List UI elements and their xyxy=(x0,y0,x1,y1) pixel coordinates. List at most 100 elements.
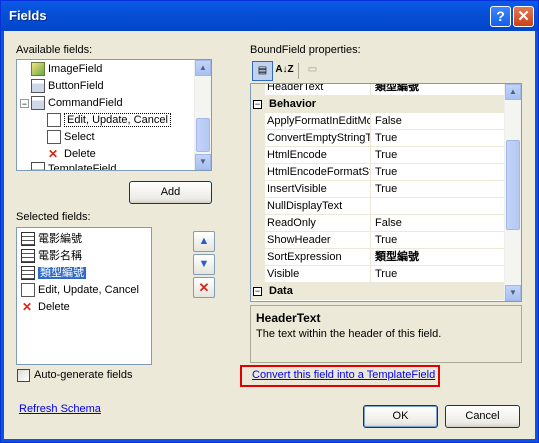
bound-field-icon xyxy=(21,266,35,281)
row-margin xyxy=(251,215,265,232)
scroll-down-icon[interactable]: ▼ xyxy=(505,285,521,301)
property-row[interactable]: HtmlEncode True xyxy=(251,147,505,164)
row-margin xyxy=(251,130,265,147)
row-margin xyxy=(251,113,265,130)
convert-highlight: Convert this field into a TemplateField xyxy=(240,365,440,387)
tree-item-edit-update-cancel[interactable]: Edit, Update, Cancel xyxy=(47,112,171,128)
category-behavior[interactable]: − Behavior xyxy=(251,96,505,113)
fields-dialog: Fields ? ✕ Available fields: ImageField … xyxy=(0,0,539,443)
property-name: HeaderText xyxy=(265,84,371,95)
property-name: InsertVisible xyxy=(265,181,371,197)
selected-fields-list[interactable]: 電影編號 電影名稱 類型編號 Edit, Update, Cancel Dele… xyxy=(16,227,152,365)
property-row[interactable]: ReadOnly False xyxy=(251,215,505,232)
property-name: ApplyFormatInEditMo xyxy=(267,113,371,129)
collapse-icon[interactable]: − xyxy=(20,98,29,108)
select-icon xyxy=(47,130,61,145)
row-margin xyxy=(251,147,265,164)
delete-icon xyxy=(47,146,61,162)
ok-button[interactable]: OK xyxy=(363,405,438,428)
toolbar-separator xyxy=(298,63,299,79)
available-scrollbar[interactable]: ▲ ▼ xyxy=(194,60,211,170)
property-value[interactable] xyxy=(372,198,505,214)
title-bar[interactable]: Fields ? ✕ xyxy=(1,1,538,31)
button-field-icon xyxy=(31,79,45,94)
tree-item-imagefield[interactable]: ImageField xyxy=(31,61,102,77)
convert-template-link[interactable]: Convert this field into a TemplateField xyxy=(252,369,435,381)
properties-toolbar: ▤ A↓Z ▭ xyxy=(250,61,522,81)
scroll-thumb[interactable] xyxy=(196,118,210,152)
row-margin xyxy=(251,249,265,266)
row-margin xyxy=(251,181,265,198)
description-title: HeaderText xyxy=(256,311,321,325)
add-button[interactable]: Add xyxy=(129,181,212,204)
tree-item-commandfield[interactable]: − CommandField xyxy=(20,95,123,111)
move-down-button[interactable]: ▼ xyxy=(193,254,215,275)
close-button[interactable]: ✕ xyxy=(513,6,534,27)
property-value[interactable]: True xyxy=(372,164,505,180)
property-row[interactable]: ConvertEmptyStringT True xyxy=(251,130,505,147)
property-name: HtmlEncode xyxy=(265,147,371,163)
row-margin xyxy=(251,164,265,181)
collapse-icon[interactable]: − xyxy=(253,100,262,109)
property-value[interactable]: 類型編號 xyxy=(372,84,505,95)
properties-label: BoundField properties: xyxy=(250,44,361,56)
cancel-button[interactable]: Cancel xyxy=(445,405,520,428)
property-value[interactable]: True xyxy=(372,232,505,248)
template-field-icon xyxy=(31,162,45,170)
collapse-icon[interactable]: − xyxy=(253,287,262,296)
property-row[interactable]: HtmlEncodeFormatStr True xyxy=(251,164,505,181)
scroll-up-icon[interactable]: ▲ xyxy=(505,84,521,100)
property-row[interactable]: SortExpression 類型編號 xyxy=(251,249,505,266)
selected-item[interactable]: 電影編號 xyxy=(21,231,82,247)
bound-field-icon xyxy=(21,249,35,264)
selected-item[interactable]: Edit, Update, Cancel xyxy=(21,282,139,298)
tree-item-delete[interactable]: Delete xyxy=(47,146,96,162)
property-name: SortExpression xyxy=(265,249,371,265)
selected-item-active[interactable]: 類型編號 xyxy=(21,265,86,281)
property-value[interactable]: False xyxy=(372,113,505,129)
selected-item[interactable]: 電影名稱 xyxy=(21,248,82,264)
tree-item-buttonfield[interactable]: ButtonField xyxy=(31,78,104,94)
window-title: Fields xyxy=(9,8,47,23)
row-margin xyxy=(251,232,265,249)
scroll-down-icon[interactable]: ▼ xyxy=(195,154,211,170)
property-pages-icon[interactable]: ▭ xyxy=(302,61,323,81)
property-name: NullDisplayText xyxy=(265,198,371,214)
scroll-up-icon[interactable]: ▲ xyxy=(195,60,211,76)
tree-item-select[interactable]: Select xyxy=(47,129,95,145)
property-value[interactable]: True xyxy=(372,130,505,146)
property-row[interactable]: ApplyFormatInEditMo False xyxy=(251,113,505,130)
available-fields-tree[interactable]: ImageField ButtonField − CommandField Edi… xyxy=(16,59,212,171)
auto-generate-checkbox[interactable] xyxy=(17,369,30,382)
selected-item[interactable]: Delete xyxy=(21,299,70,315)
delete-icon xyxy=(21,299,35,315)
property-name: Visible xyxy=(265,266,371,282)
property-value[interactable]: True xyxy=(372,266,505,282)
refresh-schema-link[interactable]: Refresh Schema xyxy=(19,403,101,415)
tree-item-templatefield[interactable]: TemplateField xyxy=(31,161,116,170)
property-grid[interactable]: HeaderText 類型編號 − Behavior ApplyFormatInEdit… xyxy=(250,83,522,302)
help-button[interactable]: ? xyxy=(490,6,511,27)
move-up-button[interactable]: ▲ xyxy=(193,231,215,252)
property-value[interactable]: True xyxy=(372,147,505,163)
property-name: HtmlEncodeFormatStr xyxy=(267,164,371,180)
property-value[interactable]: 類型編號 xyxy=(372,249,505,265)
selected-fields-label: Selected fields: xyxy=(16,211,91,223)
scroll-thumb[interactable] xyxy=(506,140,520,230)
property-value[interactable]: True xyxy=(372,181,505,197)
row-margin xyxy=(251,84,265,96)
property-value[interactable]: False xyxy=(372,215,505,231)
property-row[interactable]: ShowHeader True xyxy=(251,232,505,249)
categorized-icon[interactable]: ▤ xyxy=(252,61,273,81)
property-scrollbar[interactable]: ▲ ▼ xyxy=(504,84,521,301)
property-row[interactable]: NullDisplayText xyxy=(251,198,505,215)
row-margin xyxy=(251,266,265,283)
image-field-icon xyxy=(31,62,45,77)
property-row[interactable]: InsertVisible True xyxy=(251,181,505,198)
alphabetical-icon[interactable]: A↓Z xyxy=(274,61,295,81)
category-data[interactable]: − Data xyxy=(251,283,505,300)
dialog-body: Available fields: ImageField ButtonField… xyxy=(4,31,535,439)
remove-button[interactable]: ✕ xyxy=(193,277,215,298)
property-row[interactable]: HeaderText 類型編號 xyxy=(251,84,505,96)
property-row[interactable]: Visible True xyxy=(251,266,505,283)
